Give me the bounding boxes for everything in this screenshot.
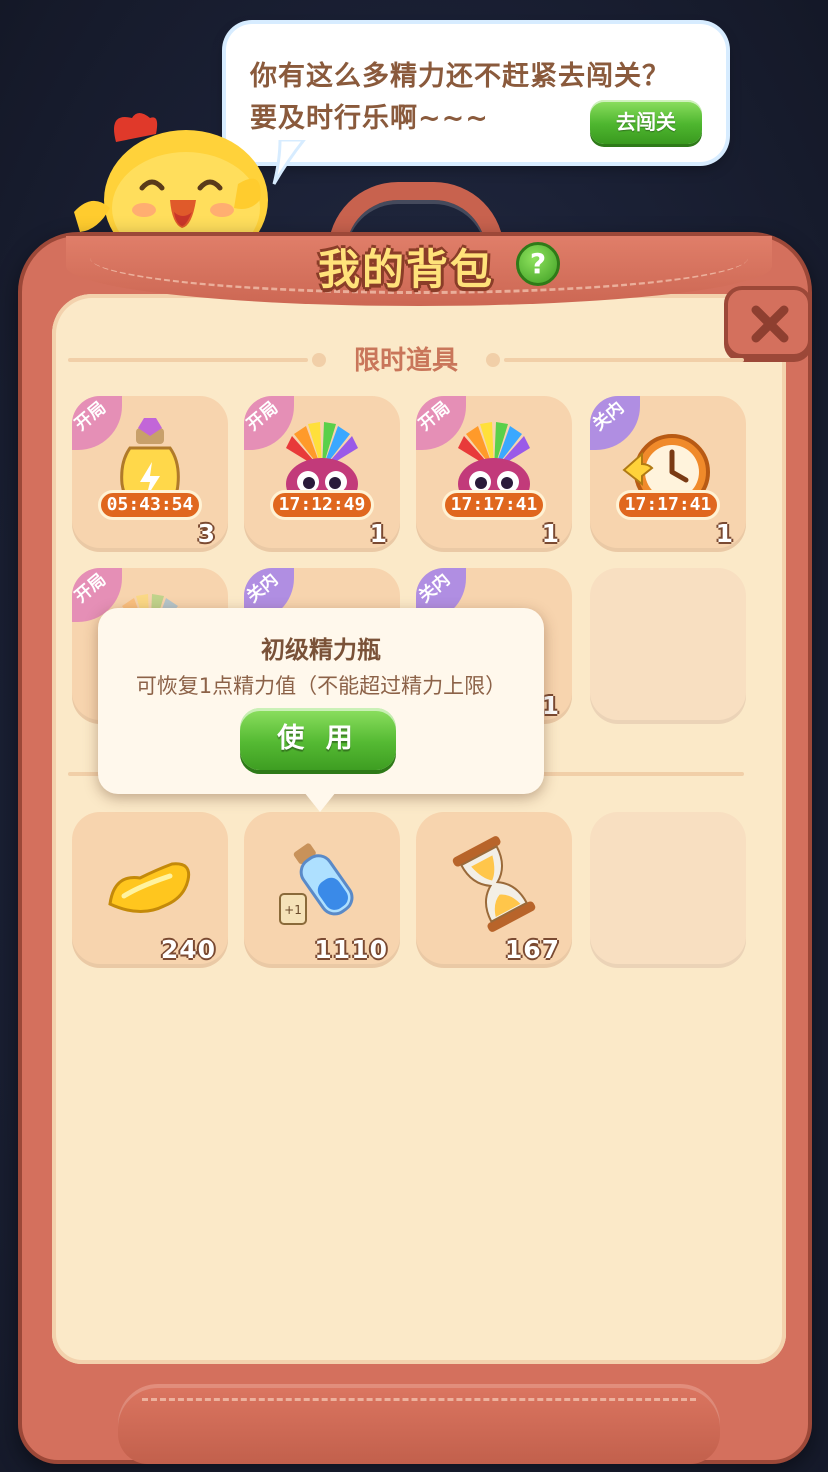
item-slot-clock-rewind[interactable]: 关内 17:17:41 1: [590, 396, 746, 552]
item-slot-hourglass[interactable]: 167: [416, 812, 572, 968]
tooltip-description: 可恢复1点精力值（不能超过精力上限）: [135, 674, 507, 698]
close-x-icon: [751, 305, 789, 343]
item-count: 1: [715, 519, 734, 548]
bubble-text-line1: 你有这么多精力还不赶紧去闯关？: [250, 61, 670, 92]
item-slot-rainbow-owl-1[interactable]: 开局 17:12:49 1: [244, 396, 400, 552]
item-timer: 17:17:41: [616, 490, 720, 520]
limited-items-header: 限时道具: [68, 340, 744, 380]
item-timer: 17:17:41: [442, 490, 546, 520]
svg-text:+1: +1: [284, 903, 302, 917]
item-slot-empty: [590, 568, 746, 724]
bag-bottom-flap: [118, 1384, 720, 1464]
tooltip-tail: [304, 792, 336, 812]
item-count: 1: [541, 519, 560, 548]
item-slot-rainbow-owl-2[interactable]: 开局 17:17:41 1: [416, 396, 572, 552]
item-count: 1: [369, 519, 388, 548]
backpack-title: 我的背包: [318, 245, 495, 294]
item-tooltip: 初级精力瓶 可恢复1点精力值（不能超过精力上限） 使 用: [98, 608, 544, 812]
item-slot-energy-potion[interactable]: 开局 05:43:54 3: [72, 396, 228, 552]
item-slot-energy-bottle[interactable]: +1 1110: [244, 812, 400, 968]
item-timer: 05:43:54: [98, 490, 202, 520]
item-count: 167: [504, 935, 560, 964]
help-button[interactable]: ?: [516, 242, 560, 286]
bubble-tail: [272, 140, 306, 185]
tooltip-title: 初级精力瓶: [261, 636, 381, 664]
item-count: 3: [197, 519, 216, 548]
gold-ingot-icon: [108, 862, 191, 913]
item-slot-empty: [590, 812, 746, 968]
item-count: 240: [160, 935, 216, 964]
item-count: 1: [541, 691, 560, 720]
go-play-button[interactable]: 去闯关: [590, 100, 702, 144]
hourglass-icon: [452, 836, 536, 932]
energy-bottle-icon: +1: [279, 843, 354, 925]
item-count: 1110: [314, 935, 388, 964]
use-button[interactable]: 使 用: [240, 708, 396, 770]
item-slot-gold-ingot[interactable]: 240: [72, 812, 228, 968]
bubble-text-line2: 要及时行乐啊~~~: [250, 103, 489, 134]
item-timer: 17:12:49: [270, 490, 374, 520]
